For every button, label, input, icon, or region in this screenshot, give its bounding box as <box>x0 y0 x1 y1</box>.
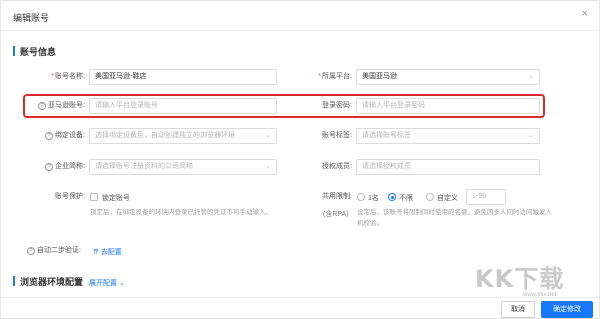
chevron-down-icon: ⌄ <box>528 73 534 80</box>
section-browser-title: 浏览器环境配置 <box>20 277 84 287</box>
radio-custom-label: 自定义 <box>437 195 458 202</box>
shared-limit-label: 共用限制: <box>322 193 352 200</box>
authorized-members-select[interactable]: 请选择授权成员 <box>356 159 540 175</box>
kk-watermark: KK下载 www.kkx.net <box>475 259 583 299</box>
company-select[interactable]: 请选择账号注册资料的公司简称 ⌄ <box>89 159 277 175</box>
two-step-config-link[interactable]: ⇈ 去配置 <box>93 247 122 257</box>
radio-custom[interactable] <box>426 193 434 201</box>
platform-select[interactable]: 美国亚马逊 ⌄ <box>356 69 540 85</box>
account-name-label: *账号名称: <box>51 73 85 80</box>
dialog-header: 编辑账号 × <box>1 1 600 31</box>
chevron-down-icon: ⌄ <box>528 132 534 139</box>
account-tags-select[interactable]: 请选择账号标签 ⌄ <box>356 128 540 144</box>
bind-device-select[interactable]: 选择绑定设备后，自动创建独立的浏览器环境 ⌄ <box>89 128 277 144</box>
radio-unlimited-label: 不限 <box>399 195 413 202</box>
shared-limit-note: 设定后，该账号将限制同时使用的名额，避免因多人同时访问触发人机校验。 <box>357 209 552 227</box>
close-icon[interactable]: × <box>582 9 588 20</box>
authorized-members-label: 授权成员: <box>322 163 352 170</box>
edit-account-dialog: 编辑账号 × 账号信息 *账号名称: 美国亚马逊-鞋店 *所属平台: 美国亚马逊… <box>0 0 600 319</box>
question-icon: ? <box>45 163 54 171</box>
company-label: ? 企业简称: <box>31 159 85 175</box>
section-marker <box>13 276 15 286</box>
section-account-info: 账号信息 <box>13 45 93 57</box>
account-tags-label: 账号标签: <box>322 132 352 139</box>
section-account-title: 账号信息 <box>20 47 57 57</box>
login-password-input[interactable]: 请输入平台登录密码 <box>356 98 540 114</box>
confirm-button[interactable]: 确定修改 <box>541 301 593 318</box>
radio-unlimited[interactable] <box>388 193 396 201</box>
amazon-account-input[interactable]: 请输入平台登录账号 <box>89 98 277 114</box>
two-step-label: ? 自动二步验证: <box>27 243 89 259</box>
question-icon: ? <box>45 132 54 140</box>
config-icon: ⇈ <box>93 249 101 256</box>
shared-limit-sublabel: (含RPA) <box>323 211 349 218</box>
watermark-logo: KK下载 <box>475 265 565 293</box>
amazon-account-label: ? 亚马逊账号: <box>27 98 85 114</box>
account-protection-label: 账号保护: <box>55 193 85 200</box>
radio-one-label: 1名 <box>368 195 379 202</box>
dialog-title: 编辑账号 <box>13 13 50 23</box>
dialog-footer: 取消 确定修改 <box>1 297 600 319</box>
platform-label: *所属平台: <box>318 73 352 80</box>
chevron-down-icon: ⌄ <box>117 280 125 287</box>
expand-config-link[interactable]: 展开配置 ⌄ <box>89 278 125 288</box>
custom-limit-input[interactable]: 1-99 <box>466 189 506 205</box>
lock-account-checkbox[interactable] <box>90 193 98 201</box>
account-name-input[interactable]: 美国亚马逊-鞋店 <box>89 69 277 85</box>
login-password-label: 登录密码: <box>322 102 352 109</box>
section-marker <box>13 46 15 56</box>
account-protection-note: 锁定后，在绑定设备的环境内登录已托管的凭证不可手动输入。 <box>90 209 272 216</box>
chevron-down-icon: ⌄ <box>265 163 271 170</box>
question-icon: ? <box>38 102 47 110</box>
cancel-button[interactable]: 取消 <box>501 301 535 318</box>
bind-device-label: ? 绑定设备: <box>31 128 85 144</box>
lock-account-label: 锁定账号 <box>102 195 130 202</box>
radio-one[interactable] <box>357 193 365 201</box>
chevron-down-icon: ⌄ <box>265 132 271 139</box>
question-icon: ? <box>27 247 35 255</box>
